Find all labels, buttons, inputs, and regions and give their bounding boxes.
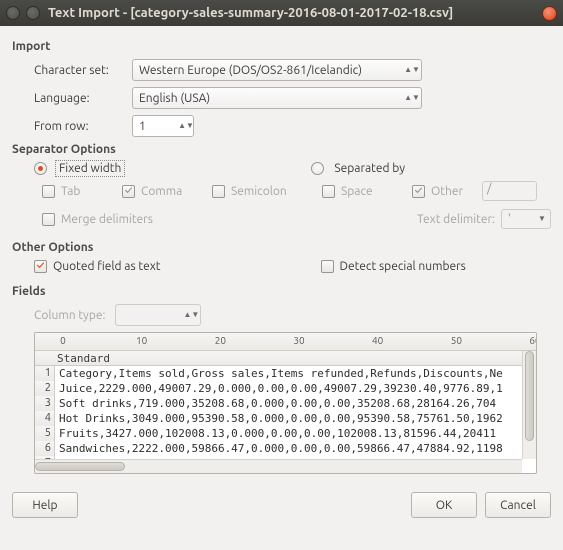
charset-label: Character set:	[34, 64, 126, 77]
comma-checkbox	[122, 185, 135, 198]
cancel-button[interactable]: Cancel	[485, 492, 551, 518]
titlebar: Text Import - [category-sales-summary-20…	[0, 0, 563, 26]
chevron-updown-icon: ▲▼	[407, 95, 417, 101]
ruler[interactable]: 0 10 20 30 40 50 60	[35, 333, 536, 351]
semicolon-label: Semicolon	[231, 185, 287, 198]
merge-checkbox	[42, 213, 55, 226]
chevron-updown-icon: ▲▼	[186, 312, 196, 318]
window-control-icon[interactable]	[6, 6, 20, 20]
charset-value: Western Europe (DOS/OS2-861/Icelandic)	[139, 64, 362, 77]
window-title: Text Import - [category-sales-summary-20…	[48, 6, 453, 20]
coltype-combo: ▲▼	[115, 304, 201, 326]
row-text: Fruits,3427.000,102008.13,0.000,0.00,0.0…	[55, 426, 496, 441]
table-row[interactable]: 4Hot Drinks,3049.000,95390.58,0.000,0.00…	[35, 411, 522, 426]
ruler-tick: 50	[451, 335, 462, 346]
other-input: /	[482, 181, 537, 201]
textdelim-combo: ' ▼	[501, 209, 551, 229]
row-number: 3	[35, 396, 55, 411]
tab-label: Tab	[61, 185, 80, 198]
close-icon[interactable]	[542, 6, 557, 21]
ruler-tick: 40	[372, 335, 383, 346]
horizontal-scrollbar[interactable]	[35, 459, 522, 473]
column-header[interactable]: Standard	[35, 351, 522, 366]
table-row[interactable]: 3Soft drinks,719.000,35208.68,0.000,0.00…	[35, 396, 522, 411]
row-text: Soft drinks,719.000,35208.68,0.000,0.00,…	[55, 396, 496, 411]
scroll-thumb[interactable]	[525, 351, 534, 441]
other-label: Other	[431, 185, 463, 198]
fromrow-label: From row:	[34, 120, 126, 133]
quoted-checkbox[interactable]	[34, 260, 47, 273]
tab-checkbox	[42, 185, 55, 198]
language-label: Language:	[34, 92, 126, 105]
preview-grid[interactable]: 0 10 20 30 40 50 60 Standard 1Category,Items s…	[34, 332, 537, 474]
ok-button[interactable]: OK	[411, 492, 477, 518]
window-control-icon[interactable]	[26, 6, 40, 20]
table-row[interactable]: 1Category,Items sold,Gross sales,Items r…	[35, 366, 522, 381]
separated-by-label: Separated by	[334, 162, 405, 175]
comma-label: Comma	[141, 185, 182, 198]
row-text: Juice,2229.000,49007.29,0.000,0.00,0.00,…	[55, 381, 503, 396]
fixed-width-radio[interactable]	[34, 162, 47, 175]
ruler-tick: 0	[60, 335, 66, 346]
charset-combo[interactable]: Western Europe (DOS/OS2-861/Icelandic) ▲…	[132, 59, 422, 81]
merge-label: Merge delimiters	[61, 213, 153, 226]
fixed-width-label: Fixed width	[57, 162, 123, 175]
help-button[interactable]: Help	[12, 492, 78, 518]
import-heading: Import	[12, 40, 551, 53]
space-checkbox	[322, 185, 335, 198]
row-number: 6	[35, 441, 55, 456]
ruler-tick: 10	[136, 335, 147, 346]
separator-heading: Separator Options	[12, 143, 551, 156]
quoted-label: Quoted field as text	[53, 260, 161, 273]
semicolon-checkbox	[212, 185, 225, 198]
row-number: 2	[35, 381, 55, 396]
fromrow-value: 1	[139, 120, 181, 133]
coltype-label: Column type:	[34, 309, 105, 322]
space-label: Space	[341, 185, 373, 198]
scroll-thumb[interactable]	[35, 462, 125, 471]
row-number: 5	[35, 426, 55, 441]
chevron-down-icon: ▼	[537, 216, 547, 222]
table-row[interactable]: 6Sandwiches,2222.000,59866.47,0.000,0.00…	[35, 441, 522, 456]
ruler-tick: 30	[293, 335, 304, 346]
chevron-updown-icon: ▲▼	[181, 123, 191, 129]
ruler-tick: 20	[215, 335, 226, 346]
ruler-tick: 60	[529, 335, 536, 346]
other-heading: Other Options	[12, 241, 551, 254]
row-text: Category,Items sold,Gross sales,Items re…	[55, 366, 503, 381]
detect-checkbox[interactable]	[321, 260, 334, 273]
table-row[interactable]: 2Juice,2229.000,49007.29,0.000,0.00,0.00…	[35, 381, 522, 396]
vertical-scrollbar[interactable]	[522, 351, 536, 459]
row-number: 4	[35, 411, 55, 426]
fields-heading: Fields	[12, 285, 551, 298]
textdelim-label: Text delimiter:	[417, 213, 495, 226]
other-checkbox	[412, 185, 425, 198]
row-text: Hot Drinks,3049.000,95390.58,0.000,0.00,…	[55, 411, 503, 426]
chevron-updown-icon: ▲▼	[407, 67, 417, 73]
separated-by-radio[interactable]	[311, 162, 324, 175]
fromrow-input[interactable]: 1 ▲▼	[132, 115, 194, 137]
language-combo[interactable]: English (USA) ▲▼	[132, 87, 422, 109]
row-number: 1	[35, 366, 55, 381]
table-row[interactable]: 5Fruits,3427.000,102008.13,0.000,0.00,0.…	[35, 426, 522, 441]
language-value: English (USA)	[139, 92, 210, 105]
textdelim-value: '	[508, 213, 511, 226]
row-text: Sandwiches,2222.000,59866.47,0.000,0.00,…	[55, 441, 503, 456]
detect-label: Detect special numbers	[340, 260, 466, 273]
